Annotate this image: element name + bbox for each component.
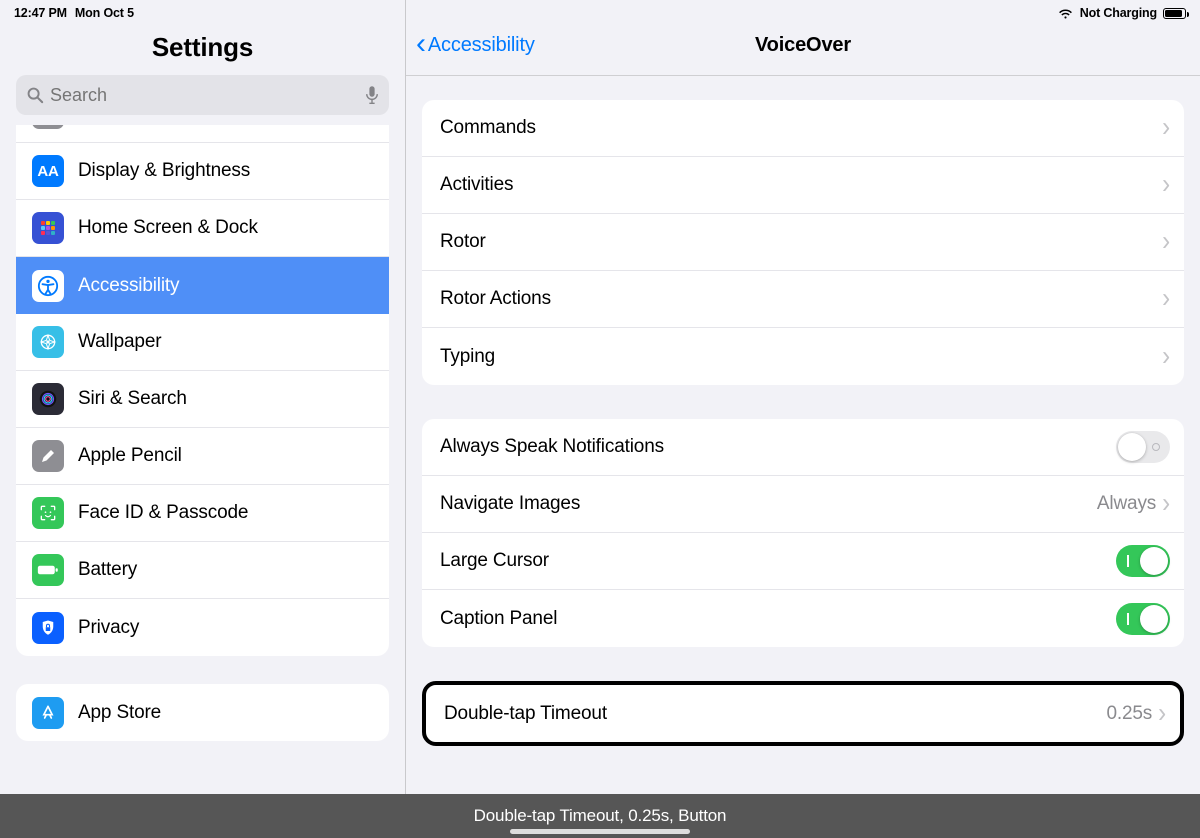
search-text[interactable] bbox=[50, 85, 365, 106]
toggle-speak-notifications[interactable] bbox=[1116, 431, 1170, 463]
appstore-icon bbox=[32, 697, 64, 729]
sidebar-item-wallpaper[interactable]: Wallpaper bbox=[16, 314, 389, 371]
chevron-right-icon: › bbox=[1162, 169, 1170, 201]
row-label: Double-tap Timeout bbox=[444, 703, 1106, 725]
search-icon bbox=[26, 86, 45, 105]
caption-text: Double-tap Timeout, 0.25s, Button bbox=[474, 806, 727, 826]
detail-pane: ‹ Accessibility VoiceOver Commands › Act… bbox=[406, 0, 1200, 838]
sidebar-item-label: Accessibility bbox=[78, 275, 179, 297]
sidebar-item-appstore[interactable]: App Store bbox=[16, 684, 389, 741]
chevron-right-icon: › bbox=[1162, 112, 1170, 144]
chevron-right-icon: › bbox=[1162, 283, 1170, 315]
row-label: Typing bbox=[440, 346, 1162, 368]
settings-title: Settings bbox=[0, 24, 405, 75]
accessibility-icon bbox=[32, 270, 64, 302]
sidebar-item-label: Battery bbox=[78, 559, 137, 581]
toggle-large-cursor[interactable] bbox=[1116, 545, 1170, 577]
sidebar-item-label: Apple Pencil bbox=[78, 445, 182, 467]
row-label: Activities bbox=[440, 174, 1162, 196]
row-commands[interactable]: Commands › bbox=[422, 100, 1184, 157]
back-label: Accessibility bbox=[428, 34, 535, 57]
voiceover-caption-bar: Double-tap Timeout, 0.25s, Button bbox=[0, 794, 1200, 838]
sidebar-item-label: Wallpaper bbox=[78, 331, 161, 353]
pencil-icon bbox=[32, 440, 64, 472]
row-caption-panel[interactable]: Caption Panel bbox=[422, 590, 1184, 647]
sidebar-item-label: Privacy bbox=[78, 617, 139, 639]
voiceover-group-3: Double-tap Timeout 0.25s › bbox=[422, 681, 1184, 746]
search-input[interactable] bbox=[16, 75, 389, 115]
status-date: Mon Oct 5 bbox=[75, 6, 134, 20]
faceid-icon bbox=[32, 497, 64, 529]
sidebar-item-label: Siri & Search bbox=[78, 388, 187, 410]
toggle-caption-panel[interactable] bbox=[1116, 603, 1170, 635]
sidebar-item-siri[interactable]: Siri & Search bbox=[16, 371, 389, 428]
row-double-tap-timeout[interactable]: Double-tap Timeout 0.25s › bbox=[426, 685, 1180, 742]
row-activities[interactable]: Activities › bbox=[422, 157, 1184, 214]
wifi-icon bbox=[1057, 7, 1074, 20]
sidebar-item-battery[interactable]: Battery bbox=[16, 542, 389, 599]
row-large-cursor[interactable]: Large Cursor bbox=[422, 533, 1184, 590]
siri-icon bbox=[32, 383, 64, 415]
status-bar: 12:47 PM Mon Oct 5 Not Charging bbox=[0, 0, 1200, 22]
sidebar-item-pencil[interactable]: Apple Pencil bbox=[16, 428, 389, 485]
sidebar-item-label: Home Screen & Dock bbox=[78, 217, 258, 239]
privacy-icon bbox=[32, 612, 64, 644]
control-center-icon bbox=[32, 125, 64, 129]
back-button[interactable]: ‹ Accessibility bbox=[416, 34, 535, 57]
wallpaper-icon bbox=[32, 326, 64, 358]
battery-icon bbox=[32, 554, 64, 586]
sidebar-item-label: Face ID & Passcode bbox=[78, 502, 248, 524]
chevron-right-icon: › bbox=[1162, 340, 1170, 372]
display-icon: AA bbox=[32, 155, 64, 187]
home-indicator[interactable] bbox=[510, 829, 690, 834]
sidebar-item-label: Display & Brightness bbox=[78, 160, 250, 182]
sidebar-item-home[interactable]: Home Screen & Dock bbox=[16, 200, 389, 257]
battery-status-icon bbox=[1163, 8, 1186, 19]
sidebar-item-faceid[interactable]: Face ID & Passcode bbox=[16, 485, 389, 542]
row-rotor-actions[interactable]: Rotor Actions › bbox=[422, 271, 1184, 328]
row-typing[interactable]: Typing › bbox=[422, 328, 1184, 385]
row-label: Navigate Images bbox=[440, 493, 1097, 515]
row-label: Commands bbox=[440, 117, 1162, 139]
sidebar-item-label: App Store bbox=[78, 702, 161, 724]
row-rotor[interactable]: Rotor › bbox=[422, 214, 1184, 271]
row-value: 0.25s bbox=[1106, 703, 1152, 725]
home-screen-icon bbox=[32, 212, 64, 244]
chevron-right-icon: › bbox=[1158, 697, 1166, 729]
settings-sidebar: Settings Control Center bbox=[0, 0, 406, 838]
sidebar-item-control-center[interactable]: Control Center bbox=[16, 125, 389, 143]
row-navigate-images[interactable]: Navigate Images Always › bbox=[422, 476, 1184, 533]
sidebar-item-accessibility[interactable]: Accessibility bbox=[16, 257, 389, 314]
chevron-right-icon: › bbox=[1162, 488, 1170, 520]
voiceover-group-2: Always Speak Notifications Navigate Imag… bbox=[422, 419, 1184, 647]
row-label: Large Cursor bbox=[440, 550, 1116, 572]
row-label: Rotor bbox=[440, 231, 1162, 253]
chevron-right-icon: › bbox=[1162, 226, 1170, 258]
sidebar-item-display[interactable]: AA Display & Brightness bbox=[16, 143, 389, 200]
row-value: Always bbox=[1097, 493, 1156, 515]
chevron-left-icon: ‹ bbox=[416, 35, 426, 53]
sidebar-item-privacy[interactable]: Privacy bbox=[16, 599, 389, 656]
row-speak-notifications[interactable]: Always Speak Notifications bbox=[422, 419, 1184, 476]
row-label: Always Speak Notifications bbox=[440, 436, 1116, 458]
status-charge-label: Not Charging bbox=[1080, 6, 1157, 20]
row-label: Caption Panel bbox=[440, 608, 1116, 630]
mic-icon[interactable] bbox=[365, 85, 379, 105]
status-time: 12:47 PM bbox=[14, 6, 67, 20]
row-label: Rotor Actions bbox=[440, 288, 1162, 310]
voiceover-group-1: Commands › Activities › Rotor › Rotor Ac… bbox=[422, 100, 1184, 385]
